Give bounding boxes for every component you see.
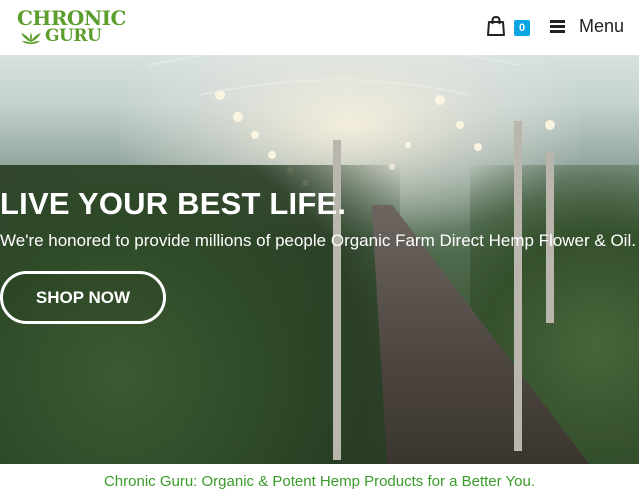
footer-tagline: Chronic Guru: Organic & Potent Hemp Prod… [103,473,536,490]
shopping-bag-icon [487,15,505,36]
shop-now-button[interactable]: SHOP NOW [0,271,166,324]
site-header: CHRONIC GURU 0 Menu [0,0,639,55]
cannabis-leaf-icon [21,33,41,46]
greenhouse-pole [514,121,522,451]
hamburger-icon [550,19,565,33]
cart-button[interactable]: 0 [485,13,533,39]
hero-banner: LIVE YOUR BEST LIFE. We're honored to pr… [0,55,639,464]
menu-label: Menu [579,15,625,36]
menu-button[interactable]: Menu [550,14,624,38]
brand-logo[interactable]: CHRONIC GURU [17,6,126,48]
cart-count-badge: 0 [514,20,530,36]
hero-subtitle: We're honored to provide millions of peo… [0,231,636,250]
hero-title: LIVE YOUR BEST LIFE. [0,186,347,221]
logo-text-guru: GURU [45,26,102,46]
